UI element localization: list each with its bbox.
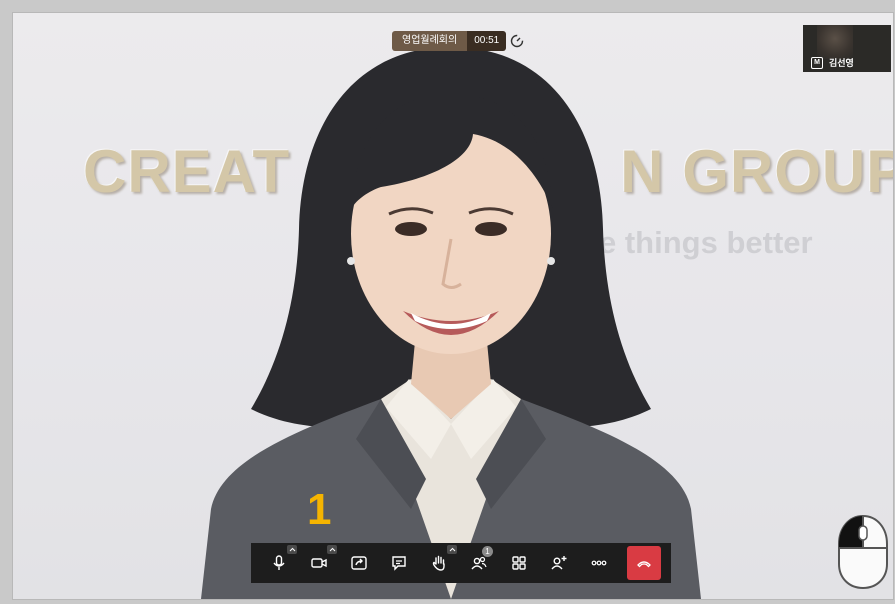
raise-hand-button[interactable] xyxy=(419,543,459,583)
chevron-up-icon xyxy=(289,547,295,552)
self-view-thumbnail[interactable]: M 김선영 xyxy=(803,25,891,72)
microphone-button[interactable] xyxy=(259,543,299,583)
chevron-up-icon xyxy=(449,547,455,552)
annotation-step-number: 1 xyxy=(307,485,332,534)
grid-icon xyxy=(512,556,526,570)
share-screen-icon xyxy=(351,556,367,570)
hand-icon xyxy=(432,555,445,571)
layout-button[interactable] xyxy=(499,543,539,583)
screen-share-button[interactable] xyxy=(339,543,379,583)
reaction-options-caret[interactable] xyxy=(447,545,457,554)
hang-up-icon xyxy=(637,561,651,568)
meeting-toolbar: 1 xyxy=(251,543,671,583)
add-person-icon xyxy=(551,556,567,570)
participants-button[interactable]: 1 xyxy=(459,543,499,583)
host-badge: M xyxy=(811,56,823,69)
chat-button[interactable] xyxy=(379,543,419,583)
video-stage: CREAT N GROUP e things better 영업월례회의 00:… xyxy=(12,12,894,600)
self-view-video xyxy=(817,25,853,59)
meeting-timer: 00:51 xyxy=(467,31,507,51)
meeting-info-pill: 영업월례회의 00:51 xyxy=(392,31,507,51)
camera-options-caret[interactable] xyxy=(327,545,337,554)
more-dots-icon xyxy=(591,560,607,566)
speaker-video xyxy=(201,47,701,599)
chat-icon xyxy=(392,556,406,571)
chevron-up-icon xyxy=(329,547,335,552)
video-camera-icon xyxy=(311,558,327,568)
microphone-icon xyxy=(273,555,285,570)
microphone-options-caret[interactable] xyxy=(287,545,297,554)
more-button[interactable] xyxy=(579,543,619,583)
self-view-name: 김선영 xyxy=(829,58,854,68)
meeting-name: 영업월례회의 xyxy=(392,31,468,51)
network-speed-icon[interactable] xyxy=(509,33,525,49)
self-view-label: M 김선영 xyxy=(811,56,854,69)
mouse-click-icon xyxy=(838,514,888,590)
invite-button[interactable] xyxy=(539,543,579,583)
camera-button[interactable] xyxy=(299,543,339,583)
end-call-button[interactable] xyxy=(627,546,661,580)
participant-count-badge: 1 xyxy=(482,546,493,557)
